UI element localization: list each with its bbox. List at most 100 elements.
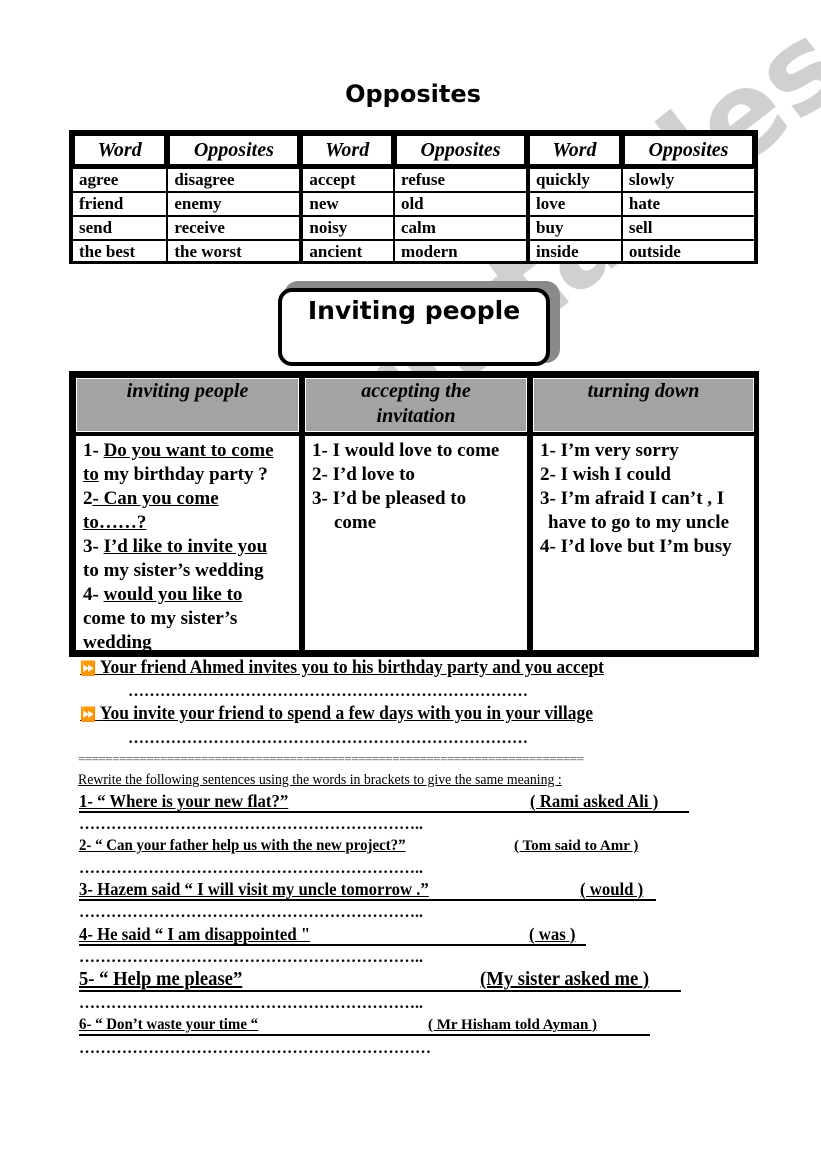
column-inviting: inviting people 1- Do you want to come t… bbox=[74, 376, 301, 653]
question-hint: (My sister asked me ) bbox=[480, 968, 650, 990]
double-arrow-icon: ⏩ bbox=[80, 662, 97, 677]
answer-line[interactable]: ………………………………………………………… bbox=[79, 1040, 431, 1058]
phrase-item: 4- I’d love but I’m busy bbox=[540, 536, 732, 557]
question-text: 5- “ Help me please” bbox=[79, 968, 243, 990]
phrase-item: 3- I’d like to invite you bbox=[83, 535, 292, 559]
opposites-table: Word Opposites Word Opposites Word Oppos… bbox=[69, 130, 758, 264]
header-inviting: inviting people bbox=[76, 378, 299, 432]
answer-line[interactable]: ……………………………………………………….. bbox=[79, 860, 423, 878]
answer-line[interactable]: ……………………………………………………….. bbox=[79, 816, 423, 834]
phrase-text: to bbox=[83, 464, 99, 485]
phrase-item: 2- I’d love to bbox=[312, 464, 415, 485]
column-accepting: accepting the invitation 1- I would love… bbox=[303, 376, 529, 652]
header-word: Word bbox=[527, 133, 622, 168]
phrase-item: 2- Can you come bbox=[83, 487, 292, 511]
word-cell: ancient bbox=[300, 240, 394, 264]
opposite-cell: the worst bbox=[167, 240, 301, 264]
answer-line[interactable]: ……………………………………………………….. bbox=[79, 949, 423, 967]
phrase-number: 2 bbox=[83, 488, 93, 509]
phrase-number: 3- bbox=[83, 536, 104, 557]
phrase-item: 1- I would love to come bbox=[312, 440, 500, 461]
task-text: You invite your friend to spend a few da… bbox=[99, 703, 594, 724]
inviting-table: inviting people 1- Do you want to come t… bbox=[69, 371, 759, 657]
section-title: Inviting people bbox=[307, 296, 521, 325]
header-opposites: Opposites bbox=[167, 133, 301, 168]
answer-line[interactable]: ………………………………………………………………… bbox=[128, 683, 528, 701]
inviting-phrases: 1- Do you want to come to my birthday pa… bbox=[76, 436, 299, 653]
phrase-text: my birthday party ? bbox=[98, 464, 268, 485]
header-accepting-line2: invitation bbox=[376, 405, 456, 427]
answer-line[interactable]: ……………………………………………………….. bbox=[79, 995, 423, 1013]
word-cell: buy bbox=[527, 216, 622, 240]
question-hint: ( Rami asked Ali ) bbox=[530, 791, 659, 811]
phrase-text: Do you want to come bbox=[103, 440, 274, 461]
header-word: Word bbox=[300, 133, 394, 168]
opposite-cell: modern bbox=[393, 240, 528, 264]
phrase-item-cont: to my birthday party ? bbox=[83, 463, 292, 487]
phrase-item-cont: come to my sister’s bbox=[83, 608, 238, 629]
answer-line[interactable]: ………………………………………………………………… bbox=[128, 730, 528, 748]
table-row: friend enemy new old love hate bbox=[72, 192, 755, 216]
question-underline bbox=[79, 944, 586, 946]
question-text: 2- “ Can your father help us with the ne… bbox=[79, 837, 406, 854]
phrase-item: 3- I’m afraid I can’t , I bbox=[540, 488, 725, 509]
phrase-item: 4- would you like to bbox=[83, 583, 292, 607]
word-cell: friend bbox=[72, 192, 168, 216]
word-cell: love bbox=[527, 192, 622, 216]
header-accepting-line1: accepting the bbox=[361, 380, 471, 402]
header-inviting-label: inviting people bbox=[126, 380, 249, 402]
question-hint: ( was ) bbox=[529, 924, 576, 944]
opposite-cell: disagree bbox=[167, 168, 301, 192]
phrase-item-cont: to……? bbox=[83, 511, 292, 535]
phrase-item: 1- Do you want to come bbox=[83, 439, 292, 463]
header-opposites: Opposites bbox=[621, 133, 755, 168]
phrase-item-cont: to my sister’s wedding bbox=[83, 560, 264, 581]
double-arrow-icon: ⏩ bbox=[80, 708, 97, 723]
instruction: Rewrite the following sentences using th… bbox=[78, 772, 562, 788]
answer-line[interactable]: ……………………………………………………….. bbox=[79, 904, 423, 922]
phrase-item: 2- I wish I could bbox=[540, 464, 671, 485]
separator: ========================================… bbox=[78, 751, 584, 766]
phrase-item-cont: wedding bbox=[83, 632, 152, 653]
word-cell: accept bbox=[300, 168, 394, 192]
page-title: Opposites bbox=[345, 80, 481, 108]
turning-down-phrases: 1- I’m very sorry 2- I wish I could 3- I… bbox=[533, 436, 754, 650]
task-1: ⏩ Your friend Ahmed invites you to his b… bbox=[80, 657, 604, 679]
word-cell: quickly bbox=[527, 168, 622, 192]
table-row: send receive noisy calm buy sell bbox=[72, 216, 755, 240]
opposite-cell: hate bbox=[621, 192, 755, 216]
opposite-cell: old bbox=[393, 192, 528, 216]
word-cell: inside bbox=[527, 240, 622, 264]
phrase-number: 1- bbox=[83, 440, 104, 461]
header-accepting: accepting the invitation bbox=[305, 378, 527, 432]
question-text: 3- Hazem said “ I will visit my uncle to… bbox=[79, 879, 429, 899]
phrase-text: to……? bbox=[83, 512, 147, 533]
opposite-cell: outside bbox=[621, 240, 755, 264]
phrase-item-cont: come bbox=[334, 512, 377, 533]
header-turning-label: turning down bbox=[587, 380, 700, 402]
accepting-phrases: 1- I would love to come 2- I’d love to 3… bbox=[305, 436, 527, 650]
word-cell: the best bbox=[72, 240, 168, 264]
question-text: 4- He said “ I am disappointed " bbox=[79, 924, 311, 944]
opposite-cell: enemy bbox=[167, 192, 301, 216]
task-2: ⏩ You invite your friend to spend a few … bbox=[80, 703, 593, 725]
table-row: agree disagree accept refuse quickly slo… bbox=[72, 168, 755, 192]
question-1: 1- “ Where is your new flat?” bbox=[79, 791, 304, 812]
header-turning-down: turning down bbox=[533, 378, 754, 432]
opposite-cell: refuse bbox=[393, 168, 528, 192]
question-underline bbox=[79, 1034, 650, 1036]
word-cell: new bbox=[300, 192, 394, 216]
opposite-cell: calm bbox=[393, 216, 528, 240]
opposite-cell: sell bbox=[621, 216, 755, 240]
opposite-cell: slowly bbox=[621, 168, 755, 192]
question-hint: ( Tom said to Amr ) bbox=[514, 838, 639, 854]
phrase-number: 4- bbox=[83, 584, 104, 605]
question-underline bbox=[79, 899, 656, 901]
phrase-item: 1- I’m very sorry bbox=[540, 440, 679, 461]
question-text: 6- “ Don’t waste your time “ bbox=[79, 1016, 259, 1033]
word-cell: agree bbox=[72, 168, 168, 192]
word-cell: send bbox=[72, 216, 168, 240]
phrase-text: I’d like to invite you bbox=[103, 536, 268, 557]
phrase-text: - Can you come bbox=[92, 488, 219, 509]
opposites-header-row: Word Opposites Word Opposites Word Oppos… bbox=[72, 133, 755, 168]
